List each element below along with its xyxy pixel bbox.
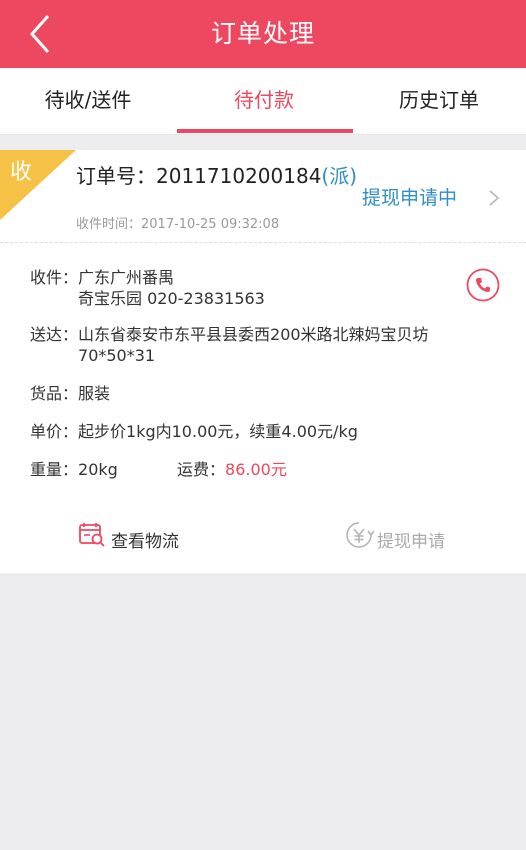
- weight-row: 重量：20kg: [30, 459, 118, 480]
- header-bar: 订单处理: [0, 0, 526, 68]
- goods-label: 货品：: [30, 384, 79, 403]
- chevron-right-icon[interactable]: [487, 188, 501, 208]
- tab-bar: 待收/送件 待付款 历史订单: [0, 68, 526, 135]
- order-card[interactable]: 收 订单号：2011710200184(派) 收件时间：2017-10-25 0…: [0, 150, 526, 573]
- delivery-address-line2: 70*50*31: [78, 346, 156, 365]
- pickup-address-line2: 奇宝乐园 020-23831563: [78, 289, 265, 308]
- freight-value: 86.00元: [225, 460, 287, 479]
- pickup-row: 收件：广东广州番禺奇宝乐园 020-23831563: [30, 267, 265, 309]
- view-logistics-label: 查看物流: [111, 532, 179, 552]
- freight-label: 运费：: [177, 460, 226, 479]
- pickup-time-label: 收件时间：: [76, 217, 142, 232]
- call-button[interactable]: [466, 268, 500, 302]
- pickup-address-line1: 广东广州番禺: [78, 268, 175, 287]
- tab-history[interactable]: 历史订单: [352, 68, 526, 134]
- withdraw-request-button[interactable]: 提现申请: [344, 520, 474, 554]
- yuan-icon: [346, 522, 374, 548]
- order-type-tag: (派): [321, 164, 358, 188]
- unit-price-label: 单价：: [30, 422, 79, 441]
- order-status-link[interactable]: 提现申请中: [362, 183, 457, 210]
- delivery-address-line1: 山东省泰安市东平县县委西200米路北辣妈宝贝坊: [78, 325, 429, 344]
- goods-value: 服装: [78, 384, 111, 403]
- divider: [0, 242, 526, 243]
- delivery-label: 送达：: [30, 325, 79, 344]
- page-title: 订单处理: [210, 19, 315, 48]
- tab-pending-payment[interactable]: 待付款: [176, 68, 352, 134]
- phone-icon: [466, 268, 500, 302]
- unit-price-value: 起步价1kg内10.00元，续重4.00元/kg: [78, 422, 358, 441]
- order-number-value: 2011710200184: [156, 164, 322, 188]
- weight-value: 20kg: [78, 460, 118, 479]
- withdraw-request-label: 提现申请: [377, 532, 445, 552]
- active-tab-indicator: [177, 129, 353, 133]
- tab-pending-pickup[interactable]: 待收/送件: [0, 68, 176, 134]
- unit-price-row: 单价：起步价1kg内10.00元，续重4.00元/kg: [30, 421, 358, 442]
- delivery-row: 送达：山东省泰安市东平县县委西200米路北辣妈宝贝坊 70*50*31: [30, 324, 429, 366]
- pickup-time-value: 2017-10-25 09:32:08: [141, 217, 280, 232]
- view-logistics-button[interactable]: 查看物流: [78, 520, 198, 554]
- goods-row: 货品：服装: [30, 383, 110, 404]
- pickup-time: 收件时间：2017-10-25 09:32:08: [76, 213, 279, 232]
- freight-row: 运费：86.00元: [177, 459, 287, 480]
- logistics-icon: [79, 523, 105, 547]
- order-number-label: 订单号：: [76, 164, 156, 188]
- corner-badge-label: 收: [10, 160, 33, 185]
- order-number: 订单号：2011710200184(派): [76, 160, 357, 189]
- pickup-label: 收件：: [30, 268, 79, 287]
- weight-label: 重量：: [30, 460, 79, 479]
